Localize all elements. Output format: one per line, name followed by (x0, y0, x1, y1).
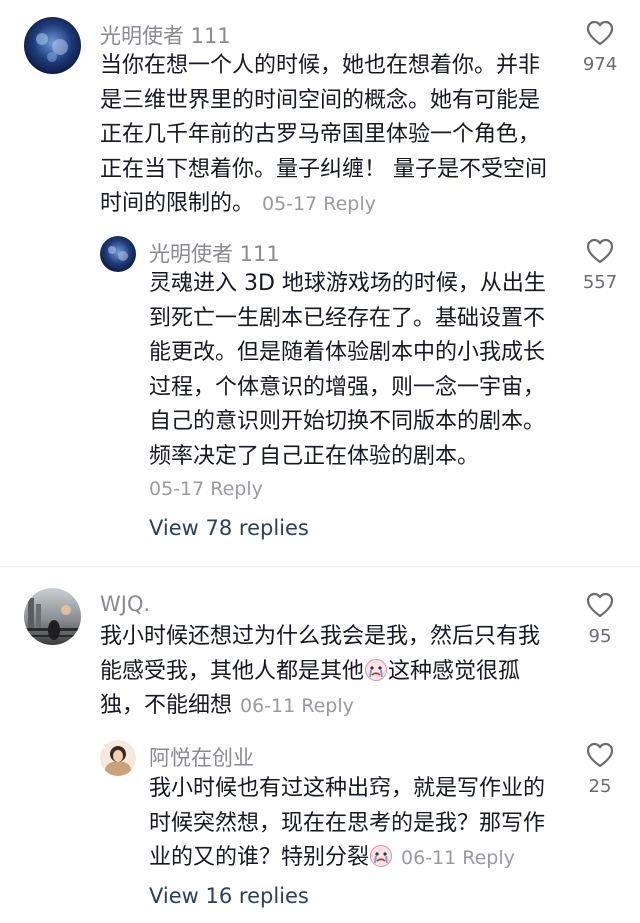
comment-text: 灵魂进入 3D 地球游戏场的时候，从出生 到死亡一生剧本已经存在了。基础设置不 … (149, 267, 559, 474)
crying-face-emoji-icon (365, 658, 388, 681)
comment-line: 独，不能细想 06-11 Reply (100, 693, 354, 718)
heart-outline-icon (586, 238, 614, 264)
comment-line: 我小时候也有过这种出窍，就是写作业的 (149, 776, 546, 801)
heart-outline-icon (586, 592, 614, 618)
like-button[interactable]: 557 (575, 238, 625, 293)
comment-line: 我小时候还想过为什么我会是我，然后只有我 (100, 624, 541, 649)
divider (0, 566, 640, 567)
view-replies-button[interactable]: View 78 replies (149, 516, 309, 540)
like-count: 25 (588, 776, 612, 797)
avatar[interactable] (24, 17, 81, 74)
comment-line: 能更改。但是随着体验剧本中的小我成长 (149, 340, 546, 365)
comment-line: 频率决定了自己正在体验的剧本。 (149, 443, 480, 469)
like-count: 557 (582, 272, 618, 293)
like-button[interactable]: 25 (575, 742, 625, 797)
comment-date: 06-11 (401, 847, 457, 869)
avatar[interactable] (100, 236, 136, 272)
heart-outline-icon (586, 742, 614, 768)
comment-text: 我小时候还想过为什么我会是我，然后只有我 能感受我，其他人都是其他 这种感觉很孤 … (100, 620, 550, 724)
like-count: 974 (582, 54, 618, 75)
avatar[interactable] (100, 740, 136, 776)
like-button[interactable]: 95 (575, 592, 625, 647)
crying-face-emoji-icon (370, 845, 393, 867)
comment-author[interactable]: 光明使者 111 (100, 20, 231, 50)
comment-date: 05-17 (262, 193, 318, 215)
comment-author[interactable]: 阿悦在创业 (149, 742, 254, 772)
comment-line: 过程，个体意识的增强，则一念一宇宙， (149, 374, 546, 400)
comment-line: 正在几千年前的古罗马帝国里体验一个角色， (100, 122, 541, 147)
comment-line: 到死亡一生剧本已经存在了。基础设置不 (149, 305, 546, 331)
comment-line: 业的又的谁？特别分裂 06-11 Reply (149, 845, 515, 870)
comment-line: 自己的意识则开始切换不同版本的剧本。 (149, 409, 546, 434)
reply-button[interactable]: Reply (323, 193, 376, 215)
comment-author[interactable]: 光明使者 111 (149, 238, 280, 268)
reply-button[interactable]: Reply (462, 847, 515, 869)
like-button[interactable]: 974 (575, 20, 625, 75)
comment-date: 05-17 (149, 478, 205, 500)
comment-meta: 05-17 Reply (149, 478, 263, 500)
comment-line: 当你在想一个人的时候，她也在想着你。并非 (100, 53, 541, 78)
comment-date: 06-11 (240, 695, 296, 717)
comment-line: 时候突然想，现在在思考的是我？那写作 (149, 810, 546, 836)
comment-line: 能感受我，其他人都是其他 这种感觉很孤 (100, 658, 521, 684)
avatar[interactable] (24, 588, 81, 645)
heart-outline-icon (586, 20, 614, 46)
comment-line: 是三维世界里的时间空间的概念。她有可能是 (100, 87, 541, 113)
comment-text: 我小时候也有过这种出窍，就是写作业的 时候突然想，现在在思考的是我？那写作 业的… (149, 772, 559, 876)
reply-button[interactable]: Reply (301, 695, 354, 717)
comment-author[interactable]: WJQ. (100, 592, 150, 616)
comment-line: 灵魂进入 3D 地球游戏场的时候，从出生 (149, 271, 546, 296)
comment-text: 当你在想一个人的时候，她也在想着你。并非 是三维世界里的时间空间的概念。她有可能… (100, 49, 550, 222)
reply-button[interactable]: Reply (210, 478, 263, 500)
like-count: 95 (588, 626, 612, 647)
comment-line: 正在当下想着你。量子纠缠！ 量子是不受空间 (100, 156, 547, 182)
view-replies-button[interactable]: View 16 replies (149, 884, 309, 908)
comment-line: 时间的限制的。 05-17 Reply (100, 191, 376, 216)
